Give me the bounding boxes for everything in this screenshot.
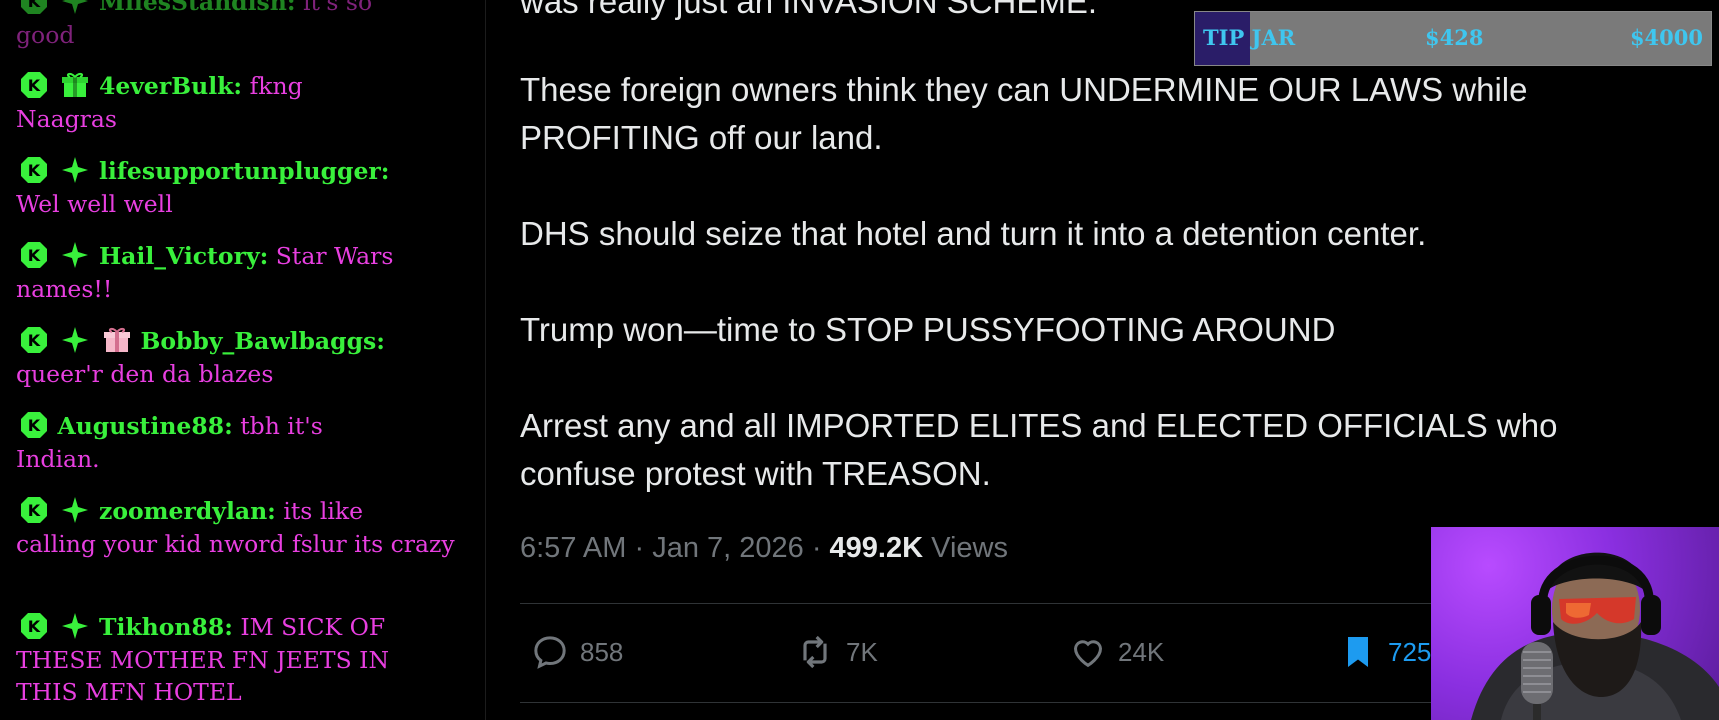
kick-badge-icon: K (20, 326, 48, 354)
views-count: 499.2K (829, 532, 924, 564)
like-button[interactable]: 24K (1068, 630, 1164, 674)
sparkle-badge-icon (61, 0, 89, 15)
svg-text:K: K (28, 161, 41, 180)
sparkle-badge-icon (61, 496, 89, 524)
chat-text-continued: good (16, 20, 75, 49)
chat-message: K Augustine88: tbh it's Indian. (16, 410, 456, 475)
chat-text: IM SICK OF (232, 613, 386, 641)
gift-badge-icon (61, 71, 89, 99)
chat-username[interactable]: Hail_Victory: (99, 242, 268, 270)
sparkle-badge-icon (61, 612, 89, 640)
reply-count: 858 (580, 636, 624, 667)
kick-badge-icon: K (20, 411, 48, 439)
tweet-paragraph-4: Arrest any and all IMPORTED ELITES and E… (520, 407, 1558, 492)
chat-text: fkng (242, 72, 303, 100)
kick-badge-icon: K (20, 0, 48, 15)
tip-jar-progress: TIP JAR $428 $4000 (1194, 11, 1712, 66)
tweet-meta: 6:57 AM · Jan 7, 2026 · 499.2K Views (520, 532, 1008, 565)
heart-icon (1073, 640, 1103, 668)
tip-jar-current: $428 (1425, 25, 1484, 50)
tweet-time[interactable]: 6:57 AM (520, 532, 626, 564)
kick-badge-icon: K (20, 71, 48, 99)
chat-message: K Hail_Victory: Star Wars names!! (16, 240, 456, 305)
repost-button[interactable]: 7K (794, 630, 878, 674)
bookmark-button[interactable]: 725 (1338, 630, 1431, 674)
chat-text-continued: names!! (16, 274, 113, 303)
svg-text:K: K (28, 416, 41, 435)
webcam-feed (1431, 527, 1719, 720)
meta-separator: · (803, 532, 830, 564)
kick-badge-icon: K (20, 156, 48, 184)
svg-text:K: K (28, 501, 41, 520)
chat-message: K zoomerdylan: its like calling your kid… (16, 495, 456, 560)
tip-jar-label: TIP JAR (1203, 25, 1296, 50)
views-label: Views (931, 532, 1008, 564)
sparkle-badge-icon (61, 241, 89, 269)
chat-text-continued: THESE MOTHER FN JEETS IN THIS MFN HOTEL (16, 645, 390, 707)
like-count: 24K (1118, 636, 1165, 667)
svg-text:K: K (28, 331, 41, 350)
svg-text:K: K (28, 617, 41, 636)
chat-text-continued: queer'r den da blazes (16, 359, 274, 388)
chat-text: tbh it's (232, 412, 323, 440)
chat-username[interactable]: Bobby_Bawlbaggs: (140, 327, 384, 355)
sparkle-badge-icon (61, 326, 89, 354)
repost-count: 7K (846, 636, 878, 667)
chat-text: Star Wars (268, 242, 394, 270)
gift-badge-icon (103, 326, 131, 354)
chat-username[interactable]: 4everBulk: (99, 72, 242, 100)
svg-text:K: K (28, 0, 41, 11)
tweet-paragraph-2: DHS should seize that hotel and turn it … (520, 215, 1427, 252)
chat-message: K MilesStandish: it's so good (16, 0, 456, 51)
chat-username[interactable]: Tikhon88: (99, 613, 233, 641)
sparkle-badge-icon (61, 156, 89, 184)
kick-badge-icon: K (20, 496, 48, 524)
streamer-image (1471, 552, 1719, 720)
chat-text-continued: Naagras (16, 104, 117, 133)
svg-text:K: K (28, 76, 41, 95)
chat-username[interactable]: MilesStandish: (99, 0, 296, 16)
chat-panel: K MilesStandish: it's so good K 4everBul… (0, 0, 486, 720)
repost-icon (803, 635, 827, 669)
tweet-date[interactable]: Jan 7, 2026 (652, 532, 804, 564)
chat-message: K 4everBulk: fkng Naagras (16, 70, 456, 135)
chat-text: it's so (295, 0, 373, 16)
reply-icon (534, 636, 566, 669)
svg-text:K: K (28, 246, 41, 265)
meta-separator: · (626, 532, 653, 564)
bookmark-icon (1348, 637, 1368, 667)
chat-text: its like (275, 497, 364, 525)
kick-badge-icon: K (20, 612, 48, 640)
chat-text-continued: Wel well well (16, 189, 173, 218)
bookmark-count: 725 (1388, 636, 1432, 667)
reply-button[interactable]: 858 (530, 630, 623, 674)
tip-jar-goal: $4000 (1629, 25, 1703, 50)
tweet-paragraph-3: Trump won—time to STOP PUSSYFOOTING AROU… (520, 311, 1336, 348)
chat-message: K lifesupportunplugger: Wel well well (16, 155, 456, 220)
chat-username[interactable]: Augustine88: (57, 412, 232, 440)
chat-message: K Tikhon88: IM SICK OF THESE MOTHER FN J… (16, 611, 456, 709)
kick-badge-icon: K (20, 241, 48, 269)
chat-message: K Bobby_Bawlbaggs: queer'r den da blazes (16, 325, 456, 390)
chat-text-continued: Indian. (16, 444, 100, 473)
chat-username[interactable]: zoomerdylan: (99, 497, 276, 525)
tweet-paragraph-1: These foreign owners think they can UNDE… (520, 71, 1528, 156)
chat-text-continued: calling your kid nword fslur its crazy (16, 529, 455, 558)
chat-username[interactable]: lifesupportunplugger: (99, 157, 390, 185)
